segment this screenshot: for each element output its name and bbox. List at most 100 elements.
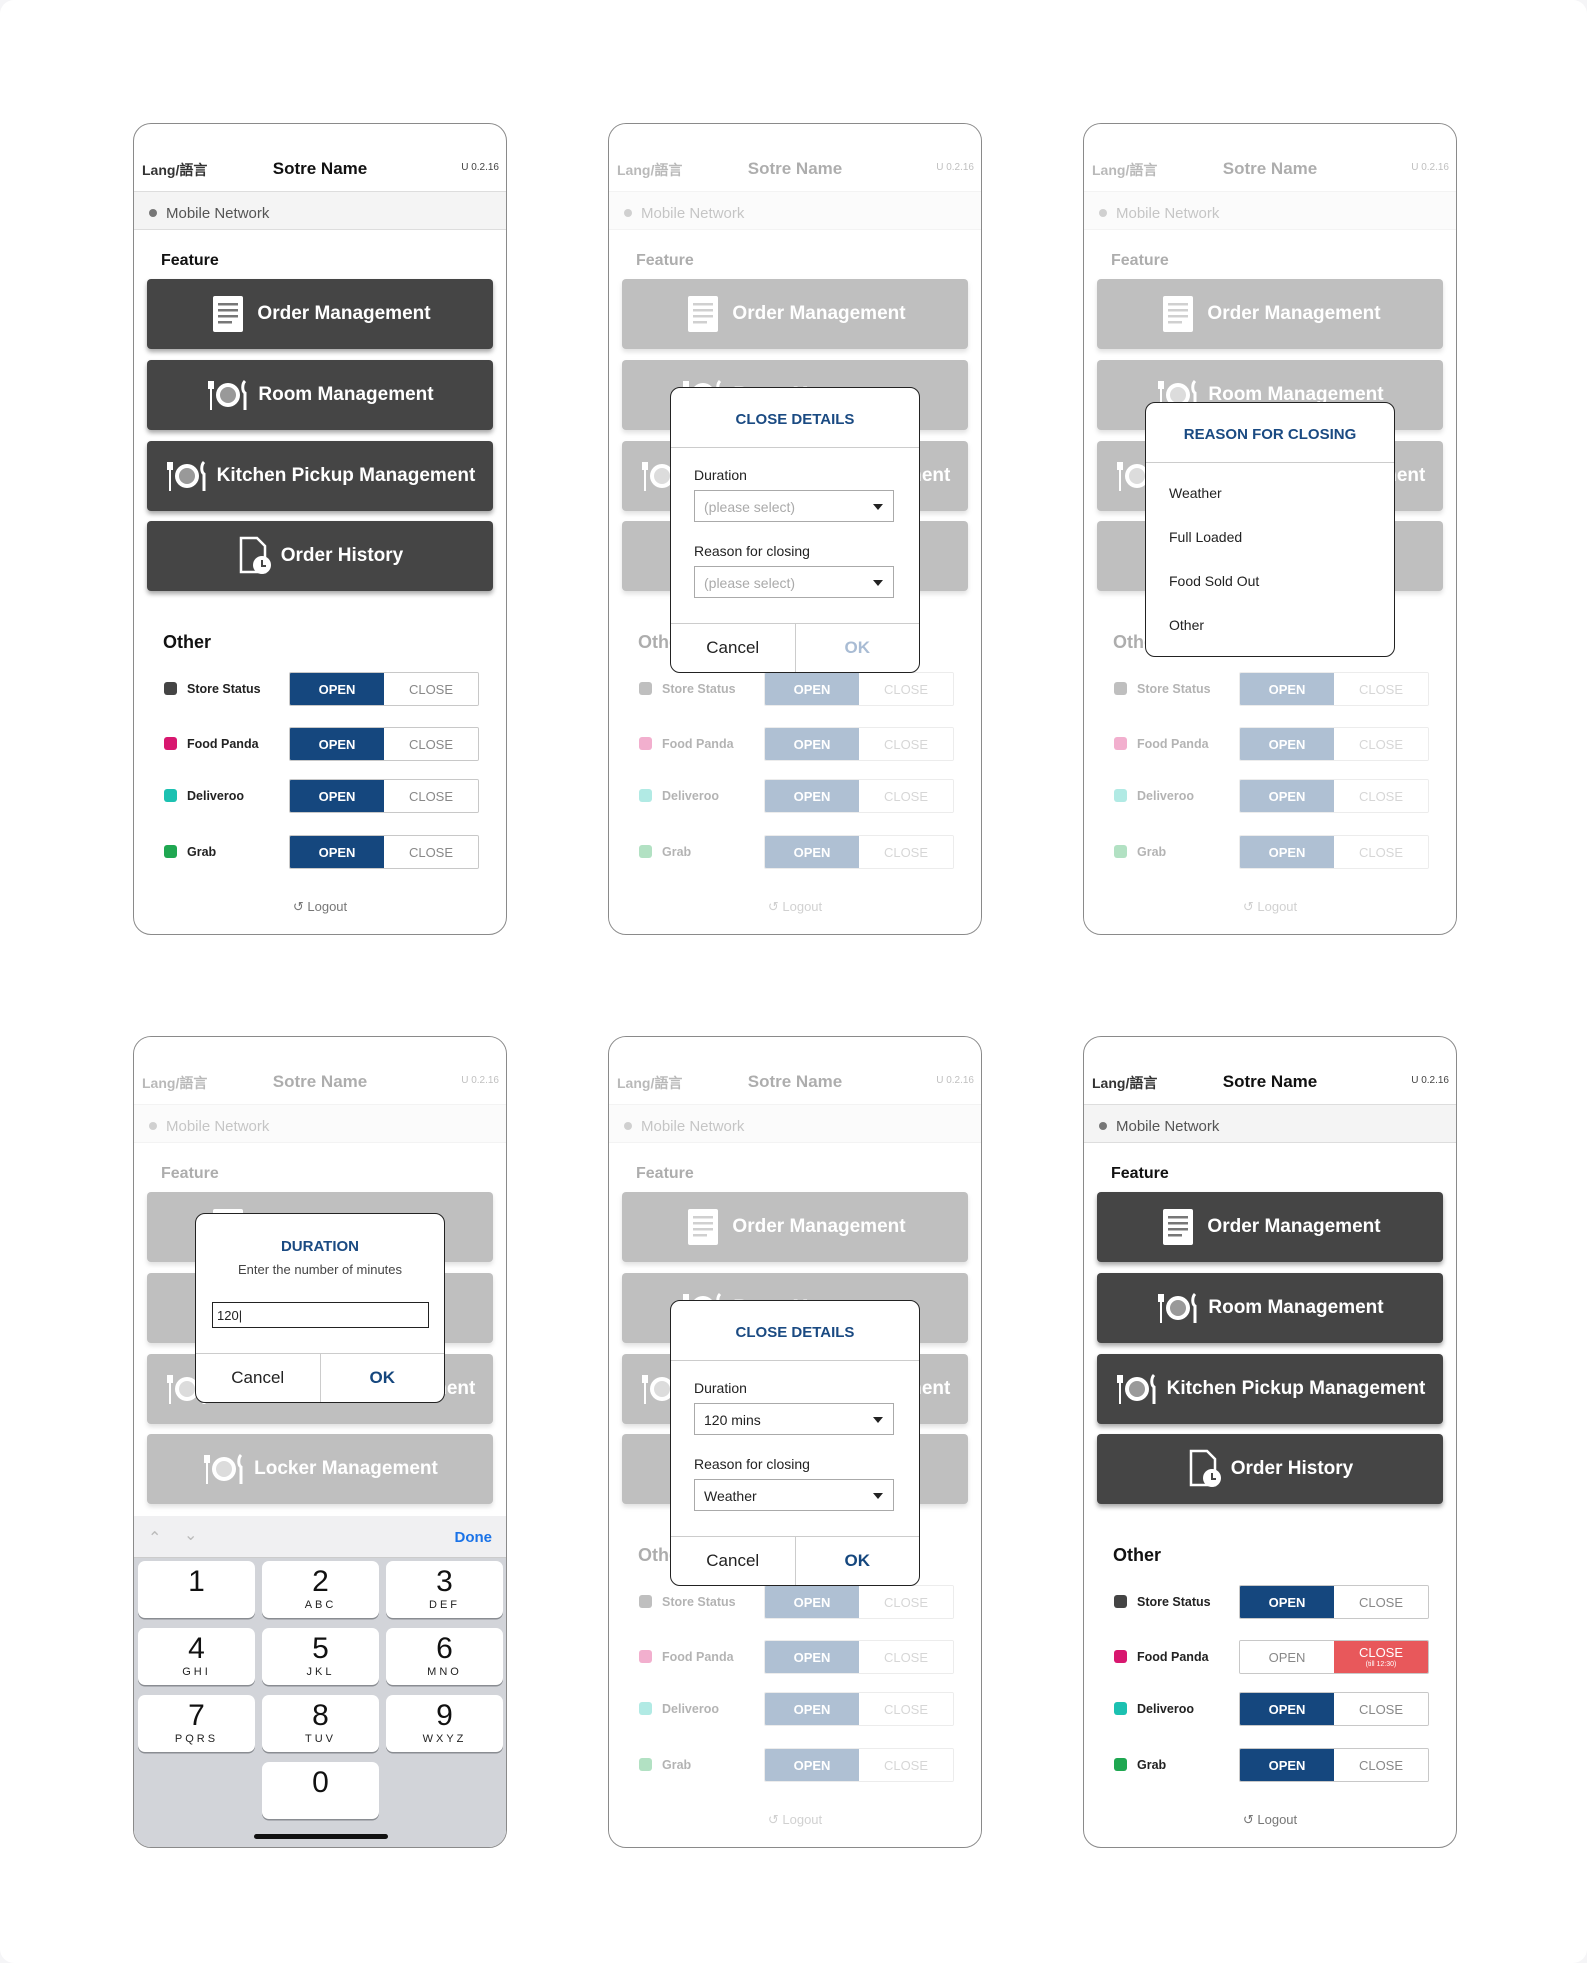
open-button[interactable]: OPEN — [290, 836, 384, 868]
logout-icon: ↺ — [1242, 1812, 1258, 1827]
open-close-toggle: OPENCLOSE — [289, 672, 479, 706]
key-5[interactable]: 5 JKL — [262, 1628, 379, 1685]
logout-icon: ↺ — [292, 899, 308, 914]
duration-dialog: DURATION Enter the number of minutes 120| C… — [195, 1213, 445, 1403]
feature-button-2[interactable]: Room Management — [1097, 1273, 1443, 1343]
dialog-divider — [1146, 462, 1394, 463]
key-letters: DEF — [429, 1599, 460, 1611]
close-button[interactable]: CLOSE — [1334, 1693, 1428, 1725]
key-3[interactable]: 3 DEF — [386, 1561, 503, 1618]
reason-option[interactable]: Food Sold Out — [1169, 573, 1259, 589]
ok-button[interactable]: OK — [319, 1354, 445, 1402]
cancel-button[interactable]: Cancel — [671, 1537, 795, 1585]
reason-select[interactable]: Weather — [694, 1479, 894, 1511]
feature-button-3[interactable]: Kitchen Pickup Management — [1097, 1354, 1443, 1424]
close-details-dialog: CLOSE DETAILS Duration 120 mins Reason for … — [670, 1300, 920, 1586]
key-1[interactable]: 1 — [138, 1561, 255, 1618]
key-4[interactable]: 4 GHI — [138, 1628, 255, 1685]
reason-option[interactable]: Full Loaded — [1169, 529, 1242, 545]
key-letters: ABC — [304, 1599, 337, 1611]
key-digit: 2 — [312, 1565, 329, 1598]
feature-button-label: Order History — [1230, 1458, 1354, 1479]
reason-option[interactable]: Weather — [1169, 485, 1222, 501]
open-button[interactable]: OPEN — [290, 780, 384, 812]
store-name: Sotre Name — [272, 159, 368, 178]
foodpanda-icon — [164, 737, 177, 750]
close-button[interactable]: CLOSE — [384, 728, 478, 760]
prev-field-icon[interactable]: ⌃ — [148, 1528, 161, 1548]
dialog-title: CLOSE DETAILS — [735, 411, 855, 428]
open-button[interactable]: OPEN — [1240, 1586, 1334, 1618]
chevron-down-icon — [873, 580, 883, 586]
key-8[interactable]: 8 TUV — [262, 1695, 379, 1752]
key-6[interactable]: 6 MNO — [386, 1628, 503, 1685]
key-digit: 1 — [188, 1565, 205, 1598]
status-label: Deliveroo — [1137, 1702, 1194, 1716]
open-close-toggle: OPENCLOSE — [1239, 1585, 1429, 1619]
deliveroo-icon — [164, 789, 177, 802]
feature-button-label: Order Management — [257, 303, 431, 324]
open-button[interactable]: OPEN — [1240, 1641, 1334, 1673]
close-button[interactable]: CLOSE — [384, 780, 478, 812]
duration-select[interactable]: (please select) — [694, 490, 894, 522]
feature-button-2[interactable]: Room Management — [147, 360, 493, 430]
close-details-dialog: CLOSE DETAILS Duration (please select) Reas… — [670, 387, 920, 673]
minutes-input[interactable]: 120| — [212, 1302, 429, 1328]
plate-cutlery-icon — [166, 460, 206, 491]
phone-screen-1: Lang/語言 Sotre Name U 0.2.16 Mobile Network F… — [133, 123, 507, 935]
status-label: Food Panda — [187, 737, 259, 751]
next-field-icon[interactable]: ⌄ — [184, 1525, 197, 1545]
reason-for-closing-dialog: REASON FOR CLOSING Weather Full Loaded Food… — [1145, 402, 1395, 657]
grab-icon — [1114, 1758, 1127, 1771]
feature-button-4[interactable]: Order History — [1097, 1434, 1443, 1504]
phone-screen-6: Lang/語言 Sotre Name U 0.2.16 Mobile Network F… — [1083, 1036, 1457, 1848]
key-0[interactable]: 0 — [262, 1762, 379, 1819]
keyboard-toolbar: ⌃ ⌄ Done — [134, 1516, 506, 1558]
network-dot-icon — [149, 209, 157, 217]
close-button[interactable]: CLOSE — [1334, 1586, 1428, 1618]
feature-title: Feature — [161, 252, 219, 269]
key-digit: 3 — [436, 1565, 453, 1598]
feature-button-3[interactable]: Kitchen Pickup Management — [147, 441, 493, 511]
logout-label: Logout — [1257, 1812, 1298, 1827]
dialog-title: CLOSE DETAILS — [735, 1324, 855, 1341]
done-button[interactable]: Done — [455, 1529, 493, 1546]
feature-button-label: Room Management — [1208, 1297, 1384, 1318]
duration-label: Duration — [694, 467, 747, 483]
logout-link[interactable]: ↺ Logout — [134, 899, 506, 915]
ok-button[interactable]: OK — [794, 1537, 920, 1585]
close-button[interactable]: CLOSE — [1334, 1749, 1428, 1781]
ok-button[interactable]: OK — [794, 624, 920, 672]
cancel-button[interactable]: Cancel — [671, 624, 795, 672]
close-button[interactable]: CLOSE (till 12:30) — [1334, 1641, 1428, 1673]
open-close-toggle: OPENCLOSE — [289, 779, 479, 813]
app-header: Lang/語言Sotre NameU 0.2.16 — [1084, 1037, 1456, 1105]
phone-screen-2: Lang/語言Sotre NameU 0.2.16Mobile NetworkF… — [608, 123, 982, 935]
key-letters: GHI — [182, 1666, 211, 1678]
key-7[interactable]: 7 PQRS — [138, 1695, 255, 1752]
key-9[interactable]: 9 WXYZ — [386, 1695, 503, 1752]
duration-select[interactable]: 120 mins — [694, 1403, 894, 1435]
open-button[interactable]: OPEN — [290, 728, 384, 760]
foodpanda-icon — [1114, 1650, 1127, 1663]
close-button[interactable]: CLOSE — [384, 673, 478, 705]
open-button[interactable]: OPEN — [1240, 1749, 1334, 1781]
network-dot-icon — [1099, 1122, 1107, 1130]
key-2[interactable]: 2 ABC — [262, 1561, 379, 1618]
open-button[interactable]: OPEN — [290, 673, 384, 705]
chevron-down-icon — [873, 1493, 883, 1499]
reason-select[interactable]: (please select) — [694, 566, 894, 598]
feature-button-4[interactable]: Order History — [147, 521, 493, 591]
home-indicator — [254, 1834, 388, 1839]
open-button[interactable]: OPEN — [1240, 1693, 1334, 1725]
feature-button-1[interactable]: Order Management — [147, 279, 493, 349]
cancel-button[interactable]: Cancel — [196, 1354, 320, 1402]
logout-link[interactable]: ↺ Logout — [1084, 1812, 1456, 1828]
feature-button-1[interactable]: Order Management — [1097, 1192, 1443, 1262]
status-row: Grab OPENCLOSE — [134, 835, 506, 869]
reason-option[interactable]: Other — [1169, 617, 1204, 633]
chevron-down-icon — [873, 1417, 883, 1423]
dialog-divider — [671, 1360, 919, 1361]
close-button[interactable]: CLOSE — [384, 836, 478, 868]
key-letters: WXYZ — [422, 1733, 467, 1745]
